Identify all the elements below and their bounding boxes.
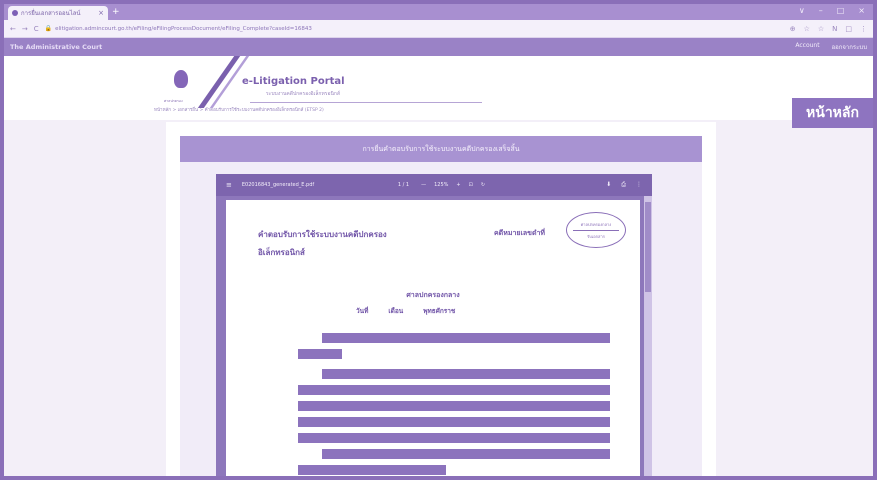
fit-page-icon[interactable]: ⊡ <box>469 182 473 188</box>
forward-button[interactable]: → <box>22 25 28 33</box>
zoom-in-button[interactable]: + <box>456 182 460 188</box>
pdf-zoom-controls: — 125% + ⊡ ↻ <box>421 182 485 188</box>
redacted-text-block <box>298 433 610 443</box>
portal-logo[interactable]: ศาลปกครอง e-Litigation Portal ระบบงานคดี… <box>154 56 494 108</box>
pdf-actions: ⬇ ⎙ ⋮ <box>606 181 642 189</box>
pdf-page: คำตอบรับการใช้ระบบงานคดีปกครอง อิเล็กทรอ… <box>226 200 640 476</box>
screenshot-frame: การยื่นเอกสารออนไลน์ × + ∨ – □ × ← → C 🔒… <box>0 0 877 480</box>
date-month-label: เดือน <box>388 307 404 315</box>
browser-tab[interactable]: การยื่นเอกสารออนไลน์ × <box>8 6 108 20</box>
redacted-text-block <box>322 369 610 379</box>
logout-link[interactable]: ออกจากระบบ <box>832 42 867 52</box>
site-header: The Administrative Court Account ออกจากร… <box>4 38 873 56</box>
account-link[interactable]: Account <box>795 42 819 52</box>
close-window-button[interactable]: × <box>858 5 865 17</box>
portal-divider <box>250 102 482 103</box>
lock-icon: 🔒 <box>44 25 53 32</box>
document-title-line1: คำตอบรับการใช้ระบบงานคดีปกครอง <box>258 230 387 239</box>
court-stamp: ศาลปกครองกลาง รับเอกสาร <box>566 212 626 248</box>
emblem-label: ศาลปกครอง <box>164 99 183 103</box>
breadcrumb[interactable]: หน้าหลัก > เอกสารยื่น > คำตอบรับการใช้ระ… <box>154 106 324 113</box>
browser-menu-icon[interactable]: ⋮ <box>860 25 867 33</box>
pdf-more-icon[interactable]: ⋮ <box>636 181 642 189</box>
pdf-viewer: ≡ E02016843_generated_E.pdf 1 / 1 — 125%… <box>216 174 652 476</box>
pdf-file-name: E02016843_generated_E.pdf <box>241 182 315 188</box>
new-tab-button[interactable]: + <box>112 6 120 18</box>
tab-title: การยื่นเอกสารออนไลน์ <box>21 10 81 17</box>
download-icon[interactable]: ⬇ <box>606 181 611 189</box>
form-header: การยื่นคำตอบรับการใช้ระบบงานคดีปกครองเสร… <box>180 136 702 162</box>
date-year-label: พุทธศักราช <box>423 307 456 315</box>
redacted-text-block <box>298 465 446 475</box>
zoom-level[interactable]: 125% <box>434 182 448 188</box>
bookmark-star-icon[interactable]: ☆ <box>818 25 824 33</box>
pdf-toolbar: ≡ E02016843_generated_E.pdf 1 / 1 — 125%… <box>216 174 652 196</box>
redacted-text-block <box>322 333 610 343</box>
main-content: การยื่นคำตอบรับการใช้ระบบงานคดีปกครองเสร… <box>166 122 716 476</box>
stamp-top-text: ศาลปกครองกลาง <box>580 221 612 227</box>
home-badge[interactable]: หน้าหลัก <box>792 98 873 128</box>
case-number-label: คดีหมายเลขดำที่ <box>494 229 546 237</box>
redacted-text-block <box>298 349 342 359</box>
browser-tools: ⊕ ☆ ☆ N □ ⋮ <box>790 25 867 33</box>
redacted-text-block <box>322 449 610 459</box>
print-icon[interactable]: ⎙ <box>621 181 626 189</box>
redacted-text-block <box>298 385 610 395</box>
redacted-text-block <box>298 401 610 411</box>
pdf-scrollbar[interactable] <box>644 196 652 476</box>
portal-subtitle: ระบบงานคดีปกครองอิเล็กทรอนิกส์ <box>266 91 340 97</box>
url-field[interactable]: 🔒 elitigation.admincourt.go.th/eFiling/e… <box>45 23 790 35</box>
url-text: elitigation.admincourt.go.th/eFiling/eFi… <box>55 25 312 32</box>
sidebar-icon[interactable]: □ <box>845 25 852 33</box>
site-brand[interactable]: The Administrative Court <box>10 43 795 51</box>
court-emblem-icon <box>174 70 188 88</box>
portal-banner: ศาลปกครอง e-Litigation Portal ระบบงานคดี… <box>4 56 873 128</box>
pdf-menu-icon[interactable]: ≡ <box>226 181 232 189</box>
reload-button[interactable]: C <box>34 25 39 33</box>
rotate-icon[interactable]: ↻ <box>481 182 485 188</box>
banner-stripe <box>197 56 241 108</box>
document-title-line2: อิเล็กทรอนิกส์ <box>258 248 305 257</box>
tab-close-icon[interactable]: × <box>98 9 104 17</box>
zoom-icon[interactable]: ⊕ <box>790 25 796 33</box>
share-icon[interactable]: ☆ <box>804 25 810 33</box>
favicon-icon <box>12 10 18 16</box>
maximize-button[interactable]: □ <box>837 5 845 17</box>
stamp-bottom-text: รับเอกสาร <box>587 233 605 239</box>
pdf-scroll-thumb[interactable] <box>645 202 651 292</box>
site-user-links: Account ออกจากระบบ <box>795 42 867 52</box>
back-button[interactable]: ← <box>10 25 16 33</box>
minimize-button[interactable]: – <box>819 5 823 17</box>
zoom-out-button[interactable]: — <box>421 182 426 188</box>
profile-icon[interactable]: N <box>832 25 837 33</box>
address-toolbar: ← → C 🔒 elitigation.admincourt.go.th/eFi… <box>4 20 873 38</box>
tab-search-icon[interactable]: ∨ <box>799 5 805 17</box>
date-day-label: วันที่ <box>356 307 369 315</box>
window-controls: ∨ – □ × <box>799 5 865 17</box>
redacted-text-block <box>298 417 610 427</box>
pdf-page-indicator[interactable]: 1 / 1 <box>398 182 409 188</box>
date-line: วันที่ เดือน พุทธศักราช <box>356 306 455 316</box>
court-name: ศาลปกครองกลาง <box>406 291 460 299</box>
browser-tab-bar: การยื่นเอกสารออนไลน์ × + ∨ – □ × <box>4 4 873 20</box>
portal-title: e-Litigation Portal <box>242 76 345 87</box>
